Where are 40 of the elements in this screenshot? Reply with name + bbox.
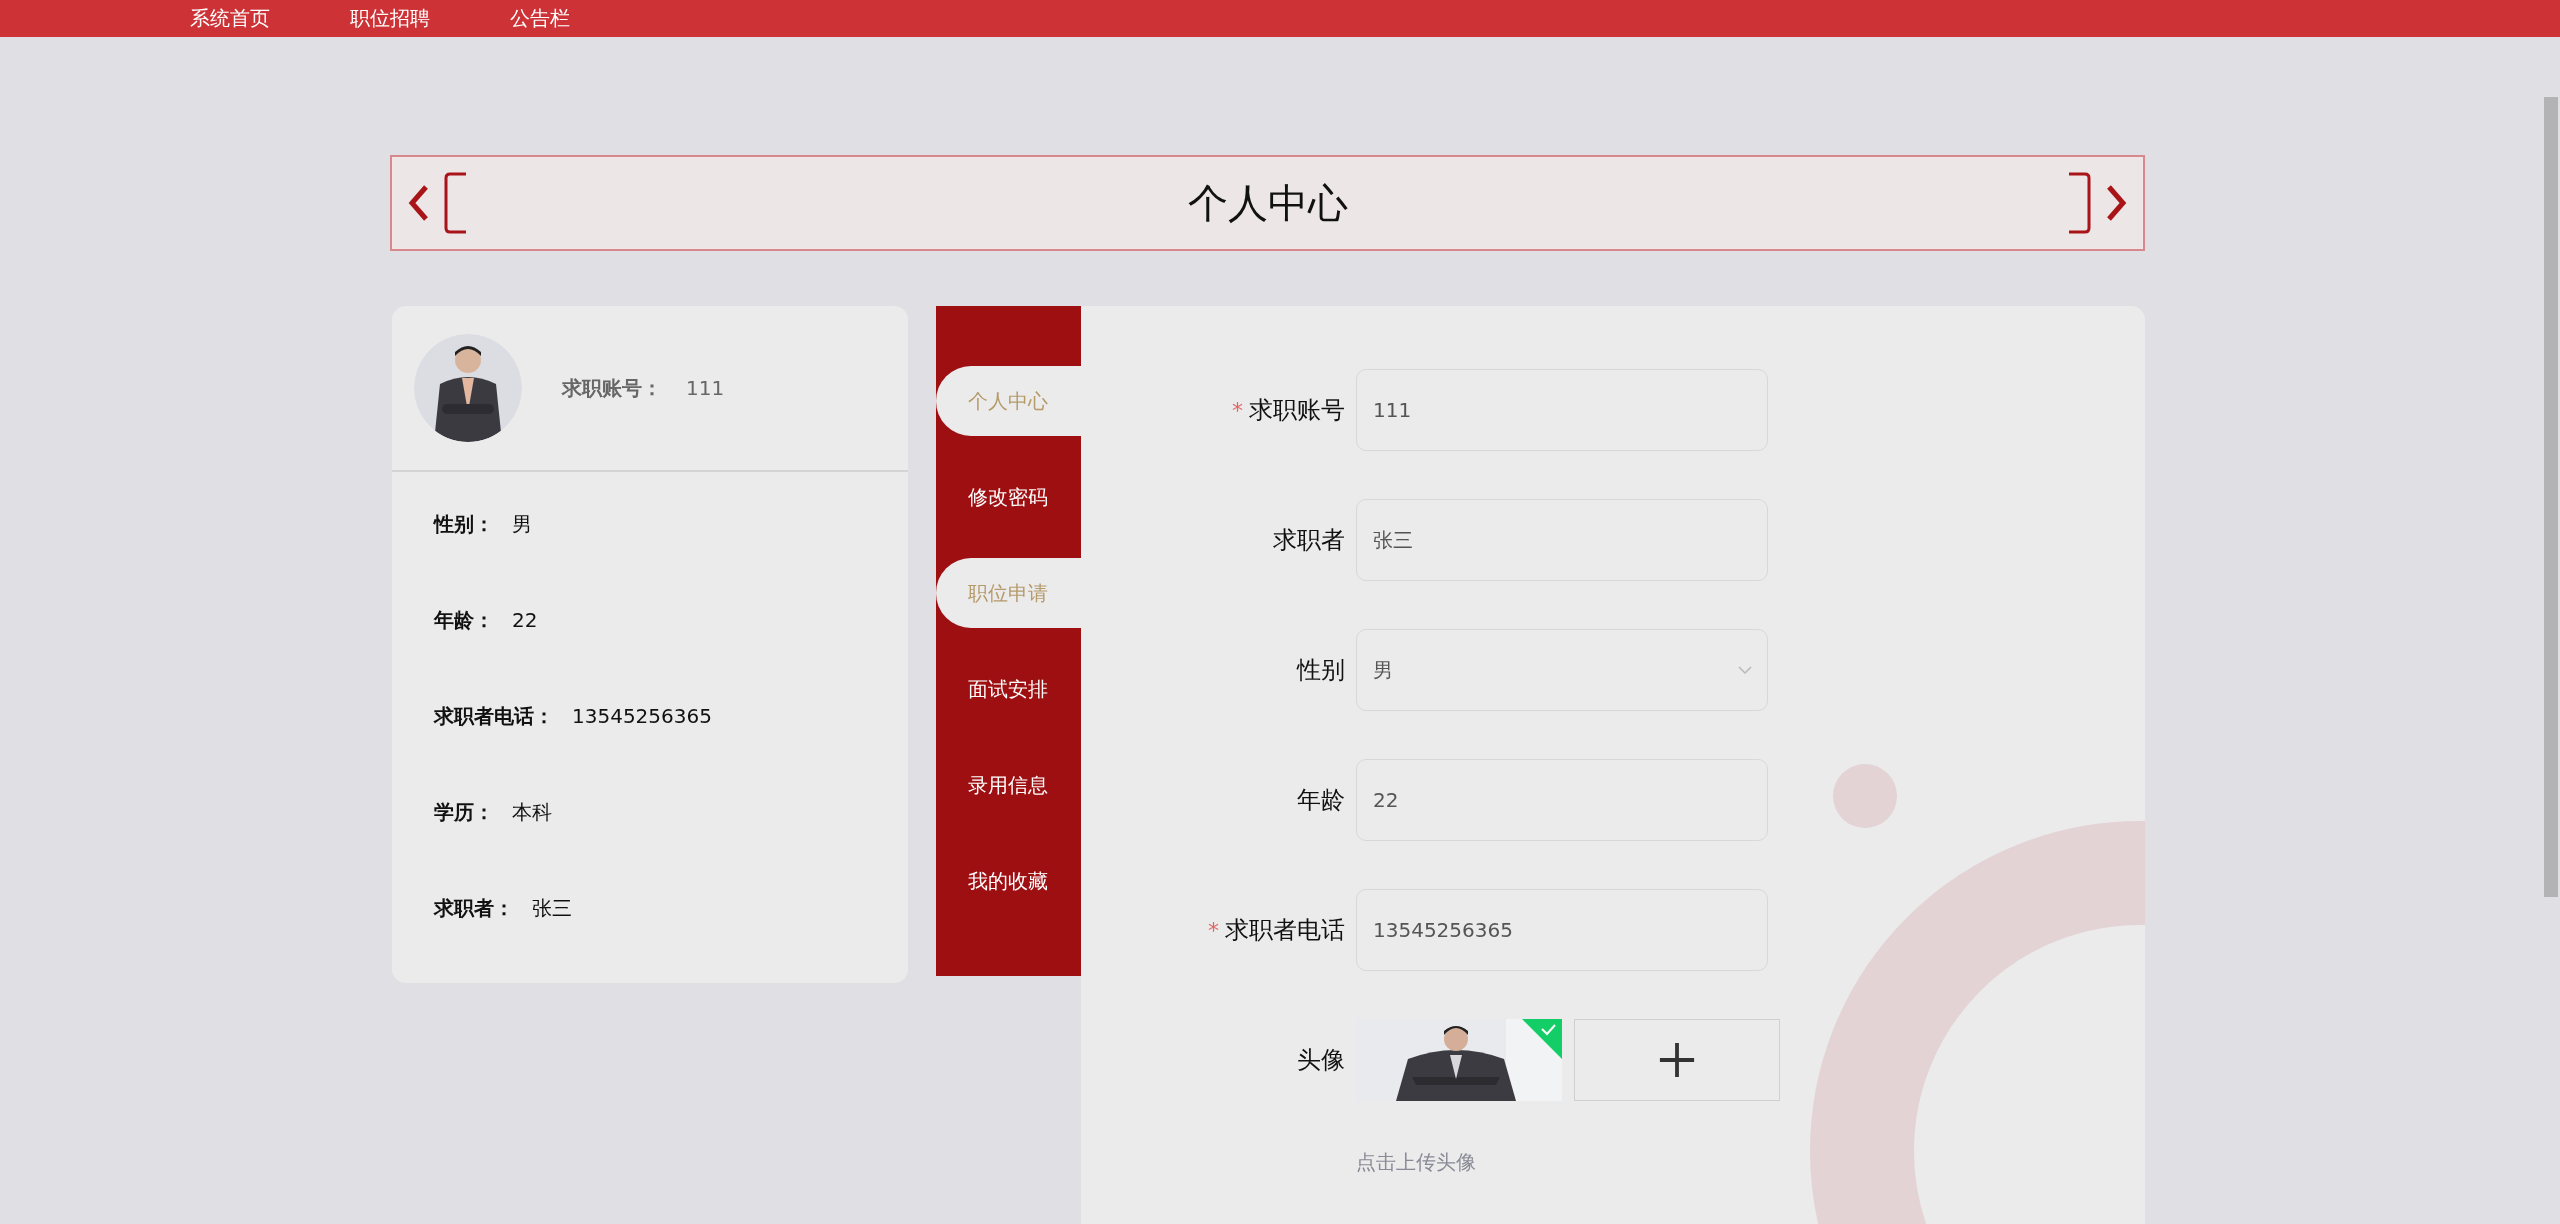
bracket-icon bbox=[444, 172, 468, 234]
input-field[interactable]: 22 bbox=[1356, 759, 1768, 841]
field-label: 求职账号： bbox=[562, 374, 662, 402]
caret-icon bbox=[1737, 665, 1753, 675]
upload-hint: 点击上传头像 bbox=[1356, 1150, 1476, 1174]
field-label: 年龄： bbox=[434, 606, 494, 634]
field-label: 学历： bbox=[434, 798, 494, 826]
input-field[interactable]: 13545256365 bbox=[1356, 889, 1768, 971]
field-label: 求职者 bbox=[1273, 526, 1345, 554]
select-field[interactable]: 男 bbox=[1356, 629, 1768, 711]
field-value: 本科 bbox=[512, 798, 552, 826]
field-label: 头像 bbox=[1297, 1046, 1345, 1074]
bracket-icon bbox=[2067, 172, 2091, 234]
input-field[interactable]: 张三 bbox=[1356, 499, 1768, 581]
menu-item[interactable]: 面试安排 bbox=[936, 654, 1081, 724]
required-mark: * bbox=[1232, 398, 1243, 423]
field-label: 求职者电话 bbox=[1225, 916, 1345, 944]
field-value: 111 bbox=[686, 376, 725, 400]
menu-item[interactable]: 修改密码 bbox=[936, 462, 1081, 532]
required-mark: * bbox=[1208, 918, 1219, 943]
menu-item[interactable]: 录用信息 bbox=[936, 750, 1081, 820]
page-title: 个人中心 bbox=[1186, 178, 1349, 228]
field-label: 年龄 bbox=[1297, 786, 1345, 814]
menu-item[interactable]: 我的收藏 bbox=[936, 846, 1081, 916]
field-label: 性别： bbox=[434, 510, 494, 538]
upload-button[interactable] bbox=[1574, 1019, 1780, 1101]
field-label: 求职账号 bbox=[1249, 396, 1345, 424]
select-value: 男 bbox=[1373, 656, 1393, 684]
field-label: 性别 bbox=[1297, 656, 1345, 684]
input-field[interactable]: 111 bbox=[1356, 369, 1768, 451]
field-label: 求职者： bbox=[434, 894, 514, 922]
nav-link[interactable]: 职位招聘 bbox=[350, 5, 430, 32]
plus-icon bbox=[1658, 1041, 1696, 1079]
field-label: 求职者电话： bbox=[434, 702, 554, 730]
field-value: 男 bbox=[512, 510, 532, 538]
field-value: 张三 bbox=[532, 894, 572, 922]
nav-link[interactable]: 公告栏 bbox=[510, 5, 570, 32]
nav-link[interactable]: 系统首页 bbox=[190, 5, 270, 32]
field-value: 13545256365 bbox=[572, 704, 712, 728]
field-value: 22 bbox=[512, 608, 538, 632]
